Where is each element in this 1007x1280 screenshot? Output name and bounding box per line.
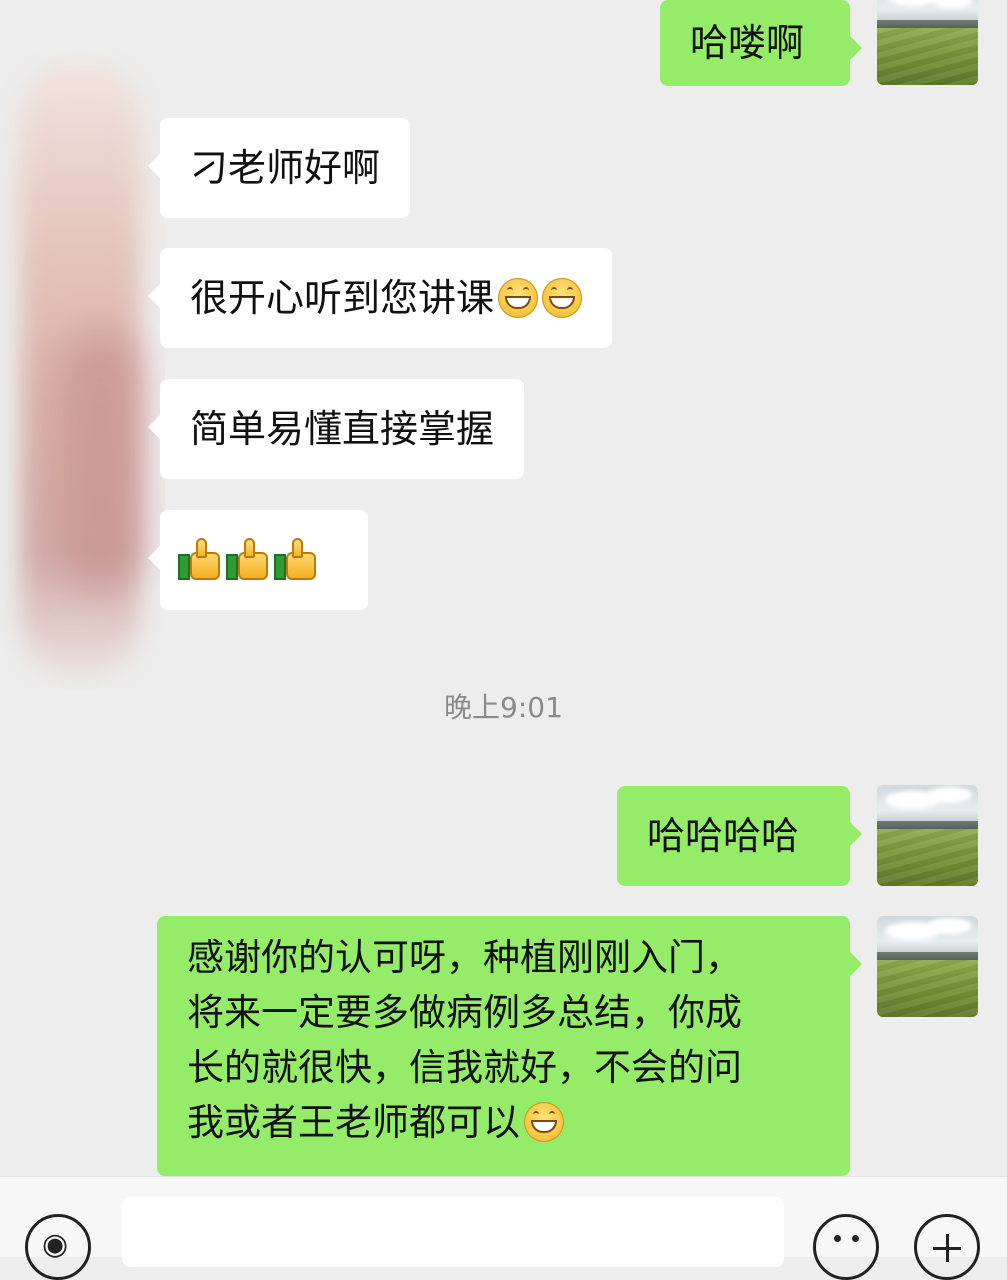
message-line: 将来一定要多做病例多总结，你成 [187, 991, 742, 1034]
message-line: 我或者王老师都可以 [187, 1101, 520, 1144]
message-text: 哈喽啊 [690, 21, 805, 65]
timestamp: 晚上9:01 [444, 691, 563, 724]
chat-area[interactable]: 哈喽啊 刁老师好啊 很开心听到您讲课 简单易懂直接掌握 晚上9:01 哈哈哈哈 … [0, 0, 1007, 1176]
message-bubble[interactable]: 刁老师好啊 [147, 118, 411, 218]
message-text: 简单易懂直接掌握 [190, 407, 495, 451]
contact-avatar[interactable] [0, 50, 165, 690]
message-input[interactable] [122, 1197, 784, 1267]
message-text: 很开心听到您讲课 [190, 276, 495, 320]
message-bubble[interactable]: 哈哈哈哈 [617, 786, 862, 886]
message-bubble[interactable]: 简单易懂直接掌握 [147, 379, 525, 479]
grinning-face-icon [498, 278, 539, 318]
self-avatar[interactable] [877, 916, 978, 1017]
plus-icon[interactable] [914, 1214, 980, 1280]
message-bubble[interactable]: 哈喽啊 [660, 0, 862, 86]
grinning-face-icon [524, 1102, 564, 1142]
message-line: 长的就很快，信我就好，不会的问 [187, 1046, 742, 1089]
thumbs-up-icon [274, 538, 320, 582]
message-bubble[interactable]: 感谢你的认可呀，种植刚刚入门， 将来一定要多做病例多总结，你成 长的就很快，信我… [157, 916, 862, 1176]
grinning-face-icon [542, 278, 583, 318]
emoji-icon[interactable] [813, 1214, 879, 1280]
message-bubble[interactable]: 很开心听到您讲课 [147, 248, 613, 348]
thumbs-up-icon [226, 538, 272, 582]
message-line: 感谢你的认可呀，种植刚刚入门， [187, 936, 742, 979]
voice-icon[interactable]: ◉ [25, 1214, 91, 1280]
message-text: 刁老师好啊 [190, 146, 381, 190]
message-bubble[interactable] [148, 510, 368, 610]
self-avatar[interactable] [877, 0, 978, 85]
thumbs-up-icon [178, 538, 224, 582]
self-avatar[interactable] [877, 785, 978, 886]
message-text: 哈哈哈哈 [647, 814, 800, 858]
input-bar: ◉ [0, 1176, 1007, 1280]
